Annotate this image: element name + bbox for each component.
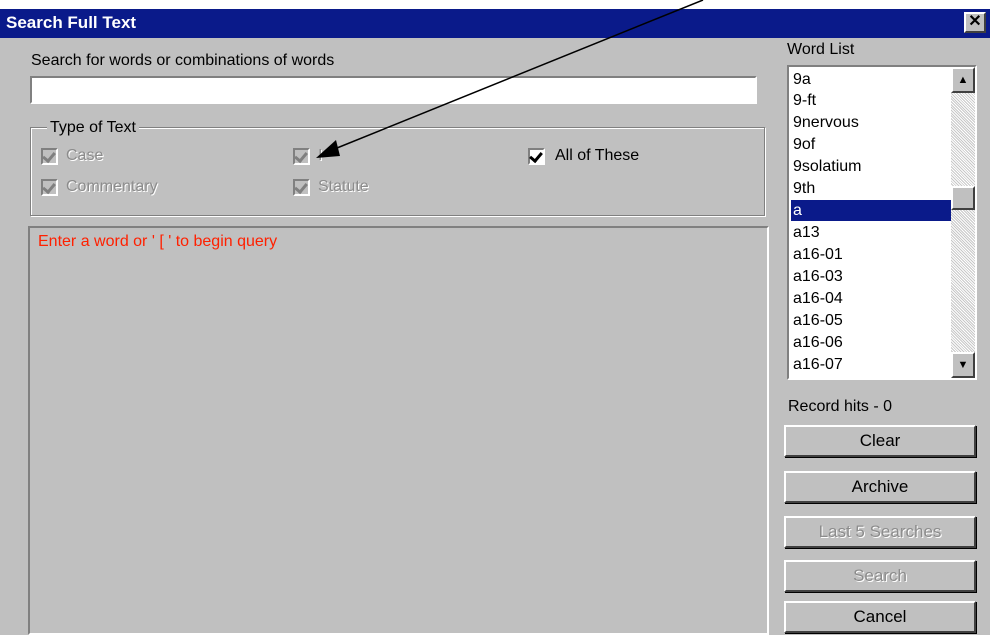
- word-list-item-selected[interactable]: a: [791, 200, 951, 221]
- search-input[interactable]: [30, 76, 757, 104]
- word-list-item[interactable]: a16-07: [791, 354, 951, 375]
- word-list-scrollbar[interactable]: ▲ ▼: [951, 67, 975, 378]
- clear-button[interactable]: Clear: [784, 425, 976, 457]
- cancel-button[interactable]: Cancel: [784, 601, 976, 633]
- case-checkbox[interactable]: [41, 148, 58, 165]
- word-list-item[interactable]: 9of: [791, 134, 951, 155]
- word-list-item[interactable]: 9solatium: [791, 156, 951, 177]
- case-checkbox-label: Case: [66, 147, 104, 164]
- word-list[interactable]: 9a 9-ft 9nervous 9of 9solatium 9th a a13…: [787, 65, 977, 380]
- word-list-item[interactable]: 9a: [791, 69, 951, 90]
- scroll-up-button[interactable]: ▲: [951, 67, 975, 93]
- word-list-item[interactable]: a16-01: [791, 244, 951, 265]
- arrow-up-icon: ▲: [957, 74, 969, 86]
- window-title: Search Full Text: [6, 13, 137, 32]
- i-checkbox-label: I: [318, 147, 323, 164]
- statute-checkbox[interactable]: [293, 179, 310, 196]
- type-of-text-legend: Type of Text: [47, 119, 139, 137]
- last-5-searches-button[interactable]: Last 5 Searches: [784, 516, 976, 548]
- arrow-down-icon: ▼: [957, 359, 969, 371]
- i-checkbox[interactable]: [293, 148, 310, 165]
- word-list-item[interactable]: 9th: [791, 178, 951, 199]
- word-list-item[interactable]: a13: [791, 222, 951, 243]
- word-list-item[interactable]: a16-05: [791, 310, 951, 331]
- all-of-these-checkbox-label: All of These: [555, 147, 640, 164]
- query-hint: Enter a word or ' [ ' to begin query: [38, 233, 278, 250]
- word-list-item[interactable]: a16-03: [791, 266, 951, 287]
- query-editor[interactable]: Enter a word or ' [ ' to begin query: [28, 226, 769, 635]
- scroll-down-button[interactable]: ▼: [951, 352, 975, 378]
- word-list-item[interactable]: 9-ft: [791, 90, 951, 111]
- record-hits: Record hits - 0: [788, 398, 893, 415]
- statute-checkbox-label: Statute: [318, 178, 369, 195]
- commentary-checkbox-label: Commentary: [66, 178, 158, 195]
- word-list-item[interactable]: 9nervous: [791, 112, 951, 133]
- word-list-item[interactable]: a16-04: [791, 288, 951, 309]
- title-bar: Search Full Text ✕: [0, 9, 990, 38]
- close-button[interactable]: ✕: [964, 12, 986, 33]
- type-of-text-group: [30, 127, 765, 216]
- archive-button[interactable]: Archive: [784, 471, 976, 503]
- commentary-checkbox[interactable]: [41, 179, 58, 196]
- search-label: Search for words or combinations of word…: [31, 52, 335, 69]
- word-list-item[interactable]: a16-06: [791, 332, 951, 353]
- close-icon: ✕: [968, 13, 982, 30]
- search-button[interactable]: Search: [784, 560, 976, 592]
- all-of-these-checkbox[interactable]: [528, 148, 545, 165]
- scroll-thumb[interactable]: [951, 186, 975, 210]
- dialog-body: Search for words or combinations of word…: [0, 38, 990, 635]
- word-list-label: Word List: [787, 41, 855, 58]
